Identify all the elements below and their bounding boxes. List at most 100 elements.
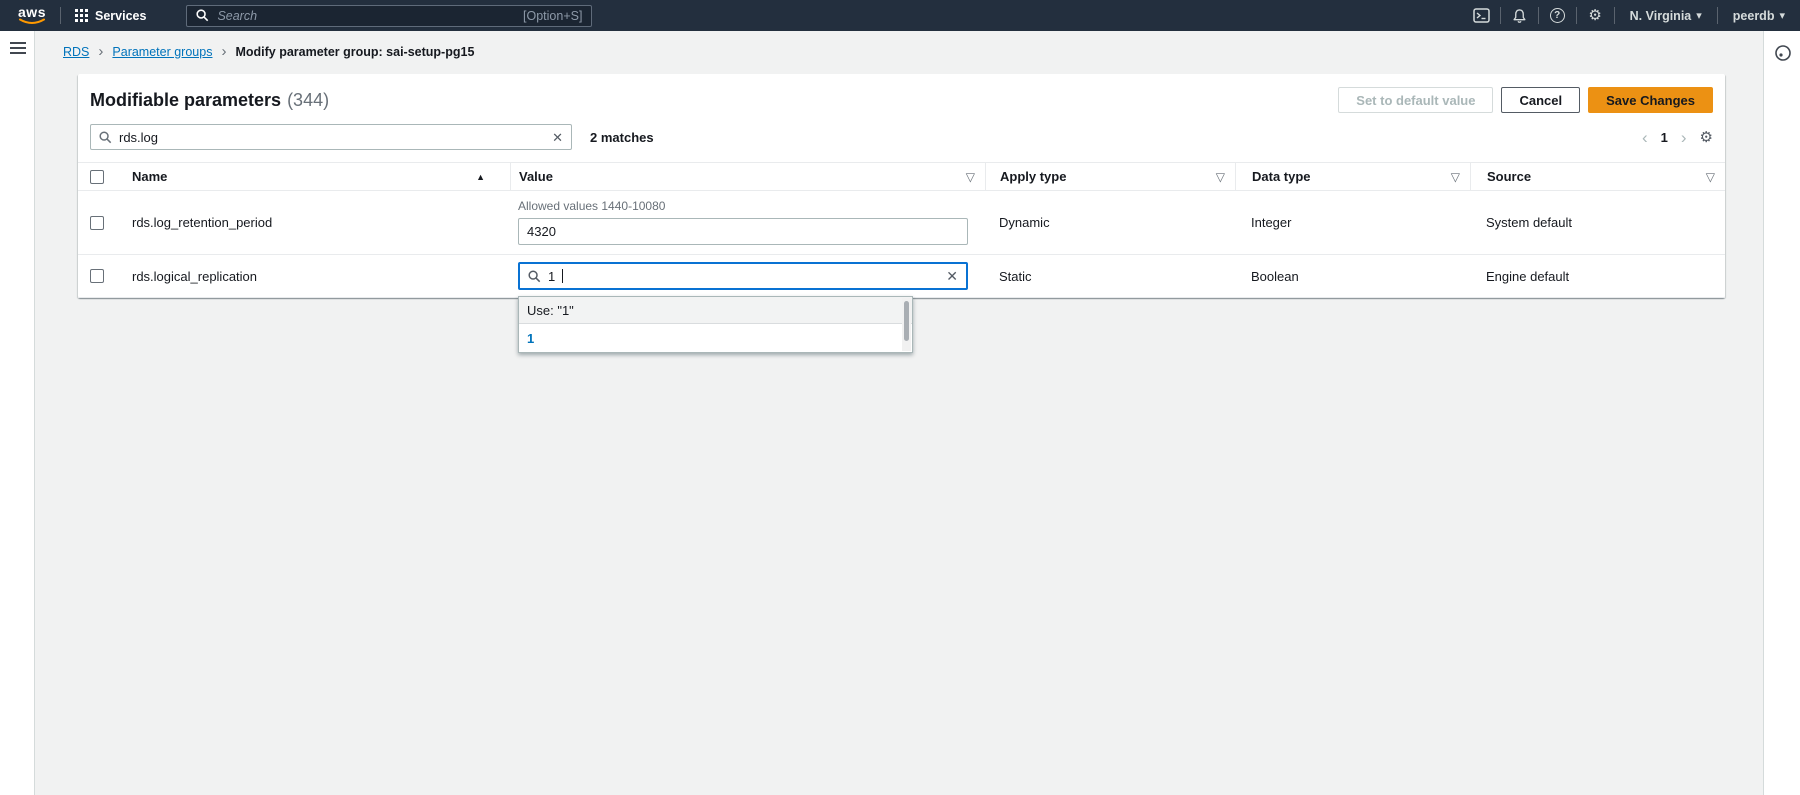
breadcrumb-parameter-groups-link[interactable]: Parameter groups xyxy=(112,45,212,59)
page-title: Modifiable parameters xyxy=(90,90,281,111)
parameter-name: rds.log_retention_period xyxy=(132,215,272,230)
clear-combobox-icon[interactable]: ✕ xyxy=(946,269,958,283)
help-icon: ? xyxy=(1550,8,1565,23)
table-row-log-retention-period: rds.log_retention_period Allowed values … xyxy=(78,191,1725,255)
current-page-number[interactable]: 1 xyxy=(1661,130,1668,145)
previous-page-icon[interactable]: ‹ xyxy=(1642,129,1648,146)
column-label-apply-type: Apply type xyxy=(1000,169,1066,184)
dropdown-use-entry[interactable]: Use: "1" xyxy=(519,297,912,324)
parameter-name-cell: rds.log_retention_period xyxy=(115,191,510,254)
cancel-button[interactable]: Cancel xyxy=(1501,87,1580,113)
search-icon xyxy=(196,9,209,22)
account-label: peerdb xyxy=(1733,9,1775,23)
dropdown-scrollbar[interactable] xyxy=(902,298,911,351)
nav-right-controls: ? ⚙ N. Virginia ▾ peerdb ▾ xyxy=(1463,0,1800,31)
page-body: RDS › Parameter groups › Modify paramete… xyxy=(0,31,1800,795)
row-checkbox[interactable] xyxy=(90,269,104,283)
right-sidebar-rail xyxy=(1763,31,1800,795)
cloudshell-button[interactable] xyxy=(1463,0,1500,31)
search-icon xyxy=(528,270,541,283)
parameter-name: rds.logical_replication xyxy=(132,269,257,284)
dropdown-option-1[interactable]: 1 xyxy=(519,324,912,352)
settings-button[interactable]: ⚙ xyxy=(1577,0,1614,31)
parameter-name-cell: rds.logical_replication xyxy=(115,255,510,297)
breadcrumb-rds-link[interactable]: RDS xyxy=(63,45,89,59)
filter-source-icon[interactable]: ▽ xyxy=(1706,171,1715,183)
filter-value-icon[interactable]: ▽ xyxy=(966,171,975,183)
breadcrumb-current-page: Modify parameter group: sai-setup-pg15 xyxy=(235,45,474,59)
parameter-value-cell: 1 ✕ Use: "1" 1 xyxy=(510,255,985,297)
combobox-value: 1 xyxy=(548,269,555,284)
filter-toolbar: ✕ 2 matches ‹ 1 › ⚙ xyxy=(78,113,1725,150)
status-circle-icon xyxy=(1774,44,1792,62)
clear-filter-icon[interactable]: ✕ xyxy=(552,131,563,144)
region-label: N. Virginia xyxy=(1630,9,1692,23)
apply-type-value: Dynamic xyxy=(999,215,1050,230)
apply-type-cell: Static xyxy=(985,255,1235,297)
row-checkbox[interactable] xyxy=(90,216,104,230)
apply-type-value: Static xyxy=(999,269,1032,284)
data-type-cell: Integer xyxy=(1235,191,1470,254)
header-checkbox-cell xyxy=(78,163,115,190)
services-menu-button[interactable]: Services xyxy=(61,0,160,31)
header-value: Value ▽ xyxy=(510,163,985,190)
header-data-type: Data type ▽ xyxy=(1235,163,1470,190)
region-selector[interactable]: N. Virginia ▾ xyxy=(1615,0,1717,31)
pagination: ‹ 1 › ⚙ xyxy=(1642,129,1713,146)
gear-icon: ⚙ xyxy=(1588,8,1601,23)
breadcrumb: RDS › Parameter groups › Modify paramete… xyxy=(63,44,474,59)
header-actions: Set to default value Cancel Save Changes xyxy=(1338,87,1713,113)
services-grid-icon xyxy=(75,9,88,22)
notifications-button[interactable] xyxy=(1501,0,1538,31)
column-label-name: Name xyxy=(132,169,167,184)
aws-logo-text: aws xyxy=(18,6,46,18)
text-cursor xyxy=(562,269,563,283)
table-header-row: Name ▲ Value ▽ Apply type ▽ Data type ▽ … xyxy=(78,162,1725,191)
global-search-input[interactable]: Search [Option+S] xyxy=(186,5,592,27)
header-source: Source ▽ xyxy=(1470,163,1725,190)
value-input[interactable] xyxy=(518,218,968,245)
allowed-values-hint: Allowed values 1440-10080 xyxy=(518,199,968,213)
row-checkbox-cell xyxy=(78,255,115,297)
parameter-filter-input[interactable] xyxy=(119,130,545,145)
table-preferences-gear-icon[interactable]: ⚙ xyxy=(1700,130,1713,145)
filter-data-type-icon[interactable]: ▽ xyxy=(1451,171,1460,183)
match-count: 2 matches xyxy=(590,130,654,145)
data-type-cell: Boolean xyxy=(1235,255,1470,297)
left-sidebar-rail xyxy=(0,31,35,795)
search-shortcut-hint: [Option+S] xyxy=(523,9,582,23)
column-label-source: Source xyxy=(1487,169,1531,184)
search-placeholder: Search xyxy=(217,9,515,23)
hamburger-menu-icon[interactable] xyxy=(10,42,26,54)
account-menu[interactable]: peerdb ▾ xyxy=(1718,0,1800,31)
header-apply-type: Apply type ▽ xyxy=(985,163,1235,190)
dropdown-scrollbar-thumb[interactable] xyxy=(904,301,909,341)
row-checkbox-cell xyxy=(78,191,115,254)
modifiable-parameters-card: Modifiable parameters (344) Set to defau… xyxy=(78,74,1725,298)
aws-smile-icon xyxy=(18,18,46,25)
search-icon xyxy=(99,131,112,144)
side-panel-toggle[interactable] xyxy=(1774,44,1792,62)
apply-type-cell: Dynamic xyxy=(985,191,1235,254)
value-combobox[interactable]: 1 ✕ xyxy=(518,262,968,290)
breadcrumb-separator-icon: › xyxy=(221,44,226,59)
help-button[interactable]: ? xyxy=(1539,0,1576,31)
set-default-button[interactable]: Set to default value xyxy=(1338,87,1493,113)
parameter-count: (344) xyxy=(287,90,329,111)
aws-logo[interactable]: aws xyxy=(18,6,46,25)
source-value: Engine default xyxy=(1486,269,1569,284)
parameters-table: Name ▲ Value ▽ Apply type ▽ Data type ▽ … xyxy=(78,162,1725,298)
filter-apply-type-icon[interactable]: ▽ xyxy=(1216,171,1225,183)
select-all-checkbox[interactable] xyxy=(90,170,104,184)
table-row-logical-replication: rds.logical_replication 1 ✕ Use: "1" xyxy=(78,255,1725,298)
header-name[interactable]: Name ▲ xyxy=(115,163,510,190)
cloudshell-terminal-icon xyxy=(1473,8,1490,23)
card-header: Modifiable parameters (344) Set to defau… xyxy=(78,74,1725,113)
source-value: System default xyxy=(1486,215,1572,230)
data-type-value: Boolean xyxy=(1251,269,1299,284)
save-changes-button[interactable]: Save Changes xyxy=(1588,87,1713,113)
column-label-value: Value xyxy=(519,169,553,184)
column-label-data-type: Data type xyxy=(1252,169,1311,184)
next-page-icon[interactable]: › xyxy=(1681,129,1687,146)
breadcrumb-separator-icon: › xyxy=(98,44,103,59)
